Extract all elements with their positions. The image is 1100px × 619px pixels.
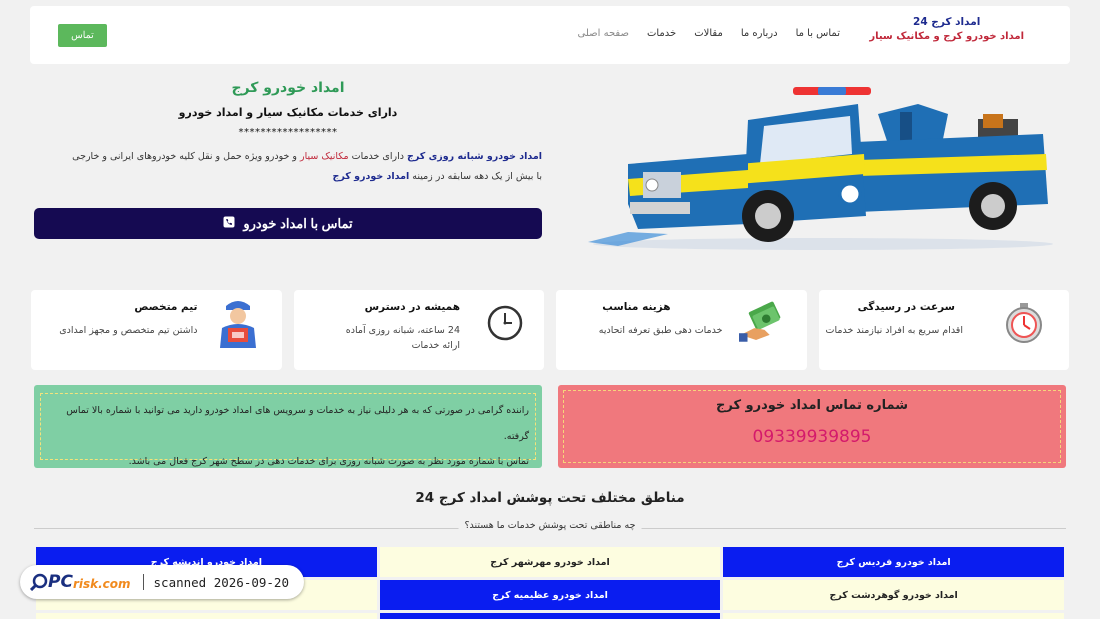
area-link[interactable] xyxy=(379,613,721,619)
hero-p1-a: دارای خدمات xyxy=(348,151,407,162)
hero-subtitle: دارای خدمات مکانیک سیار و امداد خودرو xyxy=(178,106,398,119)
feature-desc: اقدام سریع به افراد نیازمند خدمات xyxy=(825,325,963,336)
stopwatch-icon xyxy=(1001,300,1047,346)
nav-home[interactable]: صفحه اصلی xyxy=(578,28,629,39)
note-box-inner: راننده گرامی در صورتی که به هر دلیلی نیا… xyxy=(40,393,536,467)
note-line-1: راننده گرامی در صورتی که به هر دلیلی نیا… xyxy=(66,405,529,442)
logo-pc: PC xyxy=(48,572,73,592)
site-brand[interactable]: امداد کرج 24 امداد خودرو کرج و مکانیک سی… xyxy=(869,16,1024,42)
hero-p1-b: و خودرو ویژه حمل و نقل کلیه خودروهای ایر… xyxy=(72,151,301,162)
hero-title: امداد خودرو کرج xyxy=(231,80,345,96)
areas-subheading: چه مناطقی تحت پوشش خدمات ما هستند؟ xyxy=(34,520,1066,536)
phone-number-box: شماره تماس امداد خودرو کرج 09339939895 xyxy=(558,385,1066,468)
hero-paragraph-2: با بیش از یک دهه سابقه در زمینه امداد خو… xyxy=(34,168,542,186)
area-link[interactable]: امداد خودرو گوهردشت کرج xyxy=(723,580,1064,610)
feature-desc: خدمات دهی طبق تعرفه اتحادیه xyxy=(598,325,723,336)
pcrisk-logo: PC risk.com xyxy=(30,572,131,592)
feature-card-speed: سرعت در رسیدگی اقدام سریع به افراد نیازم… xyxy=(818,290,1069,370)
area-link[interactable]: امداد خودرو فردیس کرج xyxy=(723,547,1064,577)
hero-divider-stars: ****************** xyxy=(238,127,338,138)
brand-title[interactable]: امداد کرج 24 xyxy=(869,16,1024,28)
tow-truck-image xyxy=(588,87,1053,250)
note-line-2: تماس با شماره مورد نظر به صورت شبانه روز… xyxy=(128,456,529,468)
area-link[interactable] xyxy=(723,613,1064,619)
magnifier-icon xyxy=(30,573,48,591)
area-link[interactable] xyxy=(36,613,377,619)
clock-icon xyxy=(482,300,528,346)
hero-paragraph-1: امداد خودرو شبانه روزی کرج دارای خدمات م… xyxy=(34,148,542,166)
feature-card-team: تیم متخصص داشتن تیم متخصص و مجهز امدادی xyxy=(31,290,282,370)
hero-p1-red[interactable]: مکانیک سیار xyxy=(300,151,349,162)
areas-subtitle: چه مناطقی تحت پوشش خدمات ما هستند؟ xyxy=(458,520,642,531)
nav-about[interactable]: درباره ما xyxy=(741,28,778,39)
hero-text: امداد خودرو کرج دارای خدمات مکانیک سیار … xyxy=(34,76,542,186)
driver-note-box: راننده گرامی در صورتی که به هر دلیلی نیا… xyxy=(34,385,542,468)
nav-services[interactable]: خدمات xyxy=(647,28,676,39)
area-link[interactable]: امداد خودرو عظیمیه کرج xyxy=(379,580,721,610)
feature-cards: سرعت در رسیدگی اقدام سریع به افراد نیازم… xyxy=(31,290,1069,370)
phone-icon xyxy=(223,216,235,231)
site-header: امداد کرج 24 امداد خودرو کرج و مکانیک سی… xyxy=(30,6,1070,64)
area-link[interactable]: امداد خودرو مهرشهر کرج xyxy=(379,547,721,577)
feature-card-cost: هزینه مناسب خدمات دهی طبق تعرفه اتحادیه xyxy=(556,290,807,370)
feature-card-availability: همیشه در دسترس 24 ساعته، شبانه روزی آماد… xyxy=(293,290,544,370)
brand-subtitle[interactable]: امداد خودرو کرج و مکانیک سیار xyxy=(869,31,1024,42)
scan-date: scanned 2026-09-20 xyxy=(153,574,289,590)
feature-title: تیم متخصص xyxy=(134,301,198,313)
phone-box-title: شماره تماس امداد خودرو کرج xyxy=(716,398,908,413)
areas-heading: مناطق مختلف تحت پوشش امداد کرج 24 xyxy=(415,490,685,506)
phone-box-inner: شماره تماس امداد خودرو کرج 09339939895 xyxy=(563,390,1061,463)
scan-watermark-badge: PC risk.com scanned 2026-09-20 xyxy=(20,565,304,599)
nav-contact[interactable]: تماس با ما xyxy=(796,28,840,39)
call-roadside-label: تماس با امداد خودرو xyxy=(243,215,353,231)
feature-desc: داشتن تیم متخصص و مجهز امدادی xyxy=(59,325,198,336)
feature-title: سرعت در رسیدگی xyxy=(857,301,955,313)
badge-separator xyxy=(142,574,144,590)
hero-p2-bold: امداد خودرو کرج xyxy=(332,171,410,183)
hero-p2-a: با بیش از یک دهه سابقه در زمینه xyxy=(409,171,542,183)
logo-risk: risk.com xyxy=(72,576,131,591)
hero-p1-bold: امداد خودرو شبانه روزی کرج xyxy=(407,151,542,162)
feature-desc: 24 ساعته، شبانه روزی آماده ارائه خدمات xyxy=(345,325,460,352)
nav-articles[interactable]: مقالات xyxy=(694,28,723,39)
contact-button[interactable]: تماس xyxy=(58,24,107,47)
main-nav: صفحه اصلی خدمات مقالات درباره ما تماس با… xyxy=(578,28,841,39)
call-roadside-button[interactable]: تماس با امداد خودرو xyxy=(34,208,542,239)
feature-title: هزینه مناسب xyxy=(602,301,671,313)
feature-title: همیشه در دسترس xyxy=(364,301,460,313)
phone-number-link[interactable]: 09339939895 xyxy=(564,427,1060,447)
money-hand-icon xyxy=(738,300,785,346)
mechanic-icon xyxy=(215,300,261,348)
